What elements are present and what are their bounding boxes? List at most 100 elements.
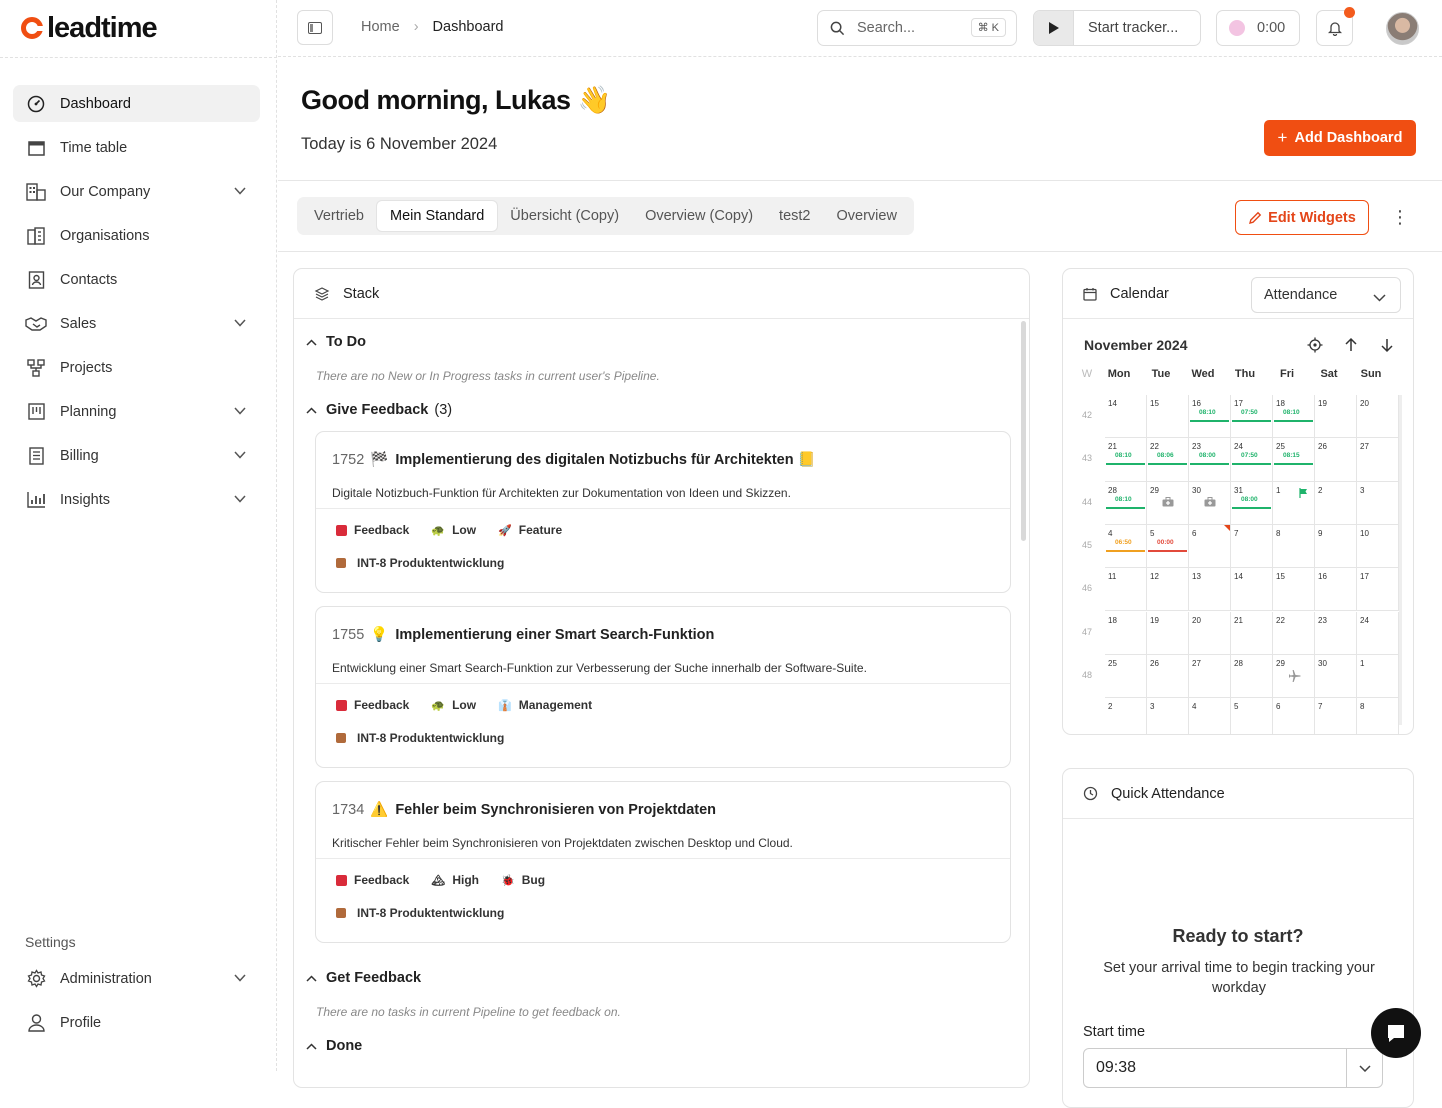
calendar-day-cell[interactable]: 7: [1315, 698, 1357, 734]
todo-section-toggle[interactable]: To Do: [306, 334, 366, 350]
calendar-day-cell[interactable]: 30: [1189, 481, 1231, 525]
task-title[interactable]: Fehler beim Synchronisieren von Projektd…: [395, 802, 716, 818]
calendar-scrollbar[interactable]: [1399, 395, 1402, 725]
add-dashboard-button[interactable]: + Add Dashboard: [1264, 120, 1416, 156]
sidebar-item-time-table[interactable]: Time table: [13, 129, 260, 166]
chevron-down-icon[interactable]: [1346, 1049, 1382, 1087]
task-card[interactable]: 1752 🏁 Implementierung des digitalen Notiz…: [315, 431, 1011, 593]
calendar-day-cell[interactable]: 25 08:15: [1273, 438, 1315, 482]
calendar-day-cell[interactable]: 26: [1315, 438, 1357, 482]
calendar-day-cell[interactable]: 14: [1105, 395, 1147, 439]
calendar-day-cell[interactable]: 28: [1231, 654, 1273, 699]
calendar-day-cell[interactable]: 15: [1147, 395, 1189, 439]
calendar-day-cell[interactable]: 29: [1147, 481, 1189, 525]
task-card[interactable]: 1734 ⚠️ Fehler beim Synchronisieren von Pr…: [315, 781, 1011, 943]
calendar-day-cell[interactable]: 16: [1315, 568, 1357, 612]
chevron-down-icon[interactable]: [234, 970, 246, 986]
calendar-day-cell[interactable]: 23: [1315, 611, 1357, 655]
calendar-day-cell[interactable]: 28 08:10: [1105, 481, 1147, 525]
calendar-day-cell[interactable]: 21 08:10: [1105, 438, 1147, 482]
crosshair-icon[interactable]: [1307, 337, 1323, 358]
calendar-day-cell[interactable]: 27: [1357, 438, 1399, 482]
calendar-day-cell[interactable]: 30: [1315, 654, 1357, 699]
calendar-day-cell[interactable]: 24: [1357, 611, 1399, 655]
calendar-day-cell[interactable]: 19: [1315, 395, 1357, 439]
calendar-day-cell[interactable]: 7: [1231, 524, 1273, 569]
task-card[interactable]: 1755 💡 Implementierung einer Smart Search-…: [315, 606, 1011, 768]
start-time-field[interactable]: 09:38: [1083, 1048, 1383, 1088]
timer-display[interactable]: 0:00: [1216, 10, 1300, 46]
sidebar-item-contacts[interactable]: Contacts: [13, 261, 260, 298]
calendar-day-cell[interactable]: 1: [1273, 481, 1315, 525]
tab--bersicht-copy-[interactable]: Übersicht (Copy): [497, 201, 632, 231]
breadcrumb-home[interactable]: Home: [361, 19, 400, 35]
sidebar-item-organisations[interactable]: Organisations: [13, 217, 260, 254]
sidebar-item-sales[interactable]: Sales: [13, 305, 260, 342]
calendar-day-cell[interactable]: 4 06:50: [1105, 524, 1147, 569]
calendar-day-cell[interactable]: 6: [1273, 698, 1315, 734]
task-project[interactable]: INT-8 Produktentwicklung: [336, 731, 504, 745]
calendar-day-cell[interactable]: 14: [1231, 568, 1273, 612]
sidebar-item-our-company[interactable]: Our Company: [13, 173, 260, 210]
calendar-day-cell[interactable]: 1: [1357, 654, 1399, 699]
sidebar-item-billing[interactable]: Billing: [13, 437, 260, 474]
calendar-day-cell[interactable]: 16 08:10: [1189, 395, 1231, 439]
calendar-day-cell[interactable]: 3: [1147, 698, 1189, 734]
give-feedback-section-toggle[interactable]: Give Feedback (3): [306, 402, 452, 418]
chat-button[interactable]: [1371, 1008, 1421, 1058]
sidebar-item-profile[interactable]: Profile: [13, 1004, 260, 1041]
calendar-day-cell[interactable]: 5: [1231, 698, 1273, 734]
calendar-day-cell[interactable]: 22 08:06: [1147, 438, 1189, 482]
search-input[interactable]: Search... ⌘ K: [817, 10, 1017, 46]
calendar-day-cell[interactable]: 20: [1357, 395, 1399, 439]
edit-widgets-button[interactable]: Edit Widgets: [1235, 200, 1369, 235]
arrow-down-icon[interactable]: [1379, 337, 1395, 358]
chevron-down-icon[interactable]: [234, 315, 246, 331]
tab-vertrieb[interactable]: Vertrieb: [301, 201, 377, 231]
tab-overview-copy-[interactable]: Overview (Copy): [632, 201, 766, 231]
calendar-day-cell[interactable]: 9: [1315, 524, 1357, 569]
calendar-day-cell[interactable]: 23 08:00: [1189, 438, 1231, 482]
tab-test2[interactable]: test2: [766, 201, 823, 231]
sidebar-item-projects[interactable]: Projects: [13, 349, 260, 386]
calendar-day-cell[interactable]: 12: [1147, 568, 1189, 612]
calendar-day-cell[interactable]: 18: [1105, 611, 1147, 655]
sidebar-item-planning[interactable]: Planning: [13, 393, 260, 430]
sidebar-item-insights[interactable]: Insights: [13, 481, 260, 518]
calendar-day-cell[interactable]: 31 08:00: [1231, 481, 1273, 525]
logo[interactable]: leadtime: [20, 12, 158, 44]
calendar-day-cell[interactable]: 2: [1105, 698, 1147, 734]
task-title[interactable]: Implementierung einer Smart Search-Funkt…: [395, 627, 714, 643]
arrow-up-icon[interactable]: [1343, 337, 1359, 358]
avatar[interactable]: [1386, 12, 1419, 45]
sidebar-item-dashboard[interactable]: Dashboard: [13, 85, 260, 122]
sidebar-toggle-button[interactable]: [297, 10, 333, 45]
calendar-day-cell[interactable]: 21: [1231, 611, 1273, 655]
tab-mein-standard[interactable]: Mein Standard: [376, 201, 498, 231]
task-project[interactable]: INT-8 Produktentwicklung: [336, 906, 504, 920]
calendar-day-cell[interactable]: 6: [1189, 524, 1231, 569]
calendar-day-cell[interactable]: 19: [1147, 611, 1189, 655]
calendar-day-cell[interactable]: 29: [1273, 654, 1315, 699]
get-feedback-section-toggle[interactable]: Get Feedback: [306, 970, 421, 986]
calendar-day-cell[interactable]: 11: [1105, 568, 1147, 612]
more-options-icon[interactable]: ⋮: [1391, 207, 1409, 228]
calendar-day-cell[interactable]: 26: [1147, 654, 1189, 699]
notifications-button[interactable]: [1316, 7, 1355, 46]
calendar-day-cell[interactable]: 25: [1105, 654, 1147, 699]
calendar-day-cell[interactable]: 2: [1315, 481, 1357, 525]
chevron-down-icon[interactable]: [234, 491, 246, 507]
calendar-day-cell[interactable]: 17: [1357, 568, 1399, 612]
calendar-day-cell[interactable]: 8: [1273, 524, 1315, 569]
start-tracker-button[interactable]: Start tracker...: [1033, 10, 1201, 46]
calendar-mode-select[interactable]: Attendance: [1251, 277, 1401, 313]
calendar-day-cell[interactable]: 22: [1273, 611, 1315, 655]
sidebar-item-administration[interactable]: Administration: [13, 960, 260, 997]
chevron-down-icon[interactable]: [234, 447, 246, 463]
task-title[interactable]: Implementierung des digitalen Notizbuchs…: [395, 452, 793, 468]
chevron-down-icon[interactable]: [234, 183, 246, 199]
chevron-down-icon[interactable]: [234, 403, 246, 419]
done-section-toggle[interactable]: Done: [306, 1038, 362, 1054]
calendar-day-cell[interactable]: 17 07:50: [1231, 395, 1273, 439]
calendar-day-cell[interactable]: 8: [1357, 698, 1399, 734]
